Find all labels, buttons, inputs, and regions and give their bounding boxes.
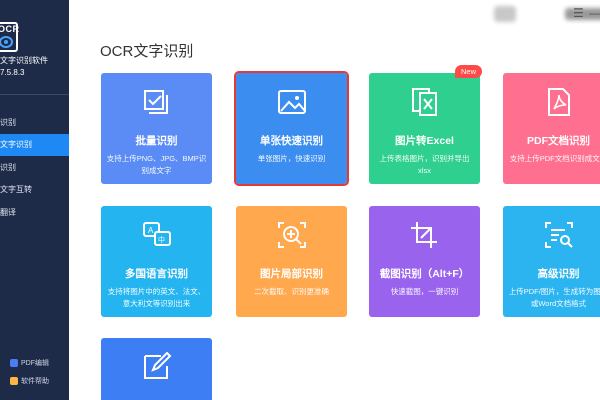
card-advanced-recognition[interactable]: 高级识别 上传PDF/图片，生成转为图片或Word文档格式 [503,206,600,317]
sidebar: OCR 文字识别软件 7.5.8.3 识别 文字识别 识别 文字互转 翻译 PD… [0,0,69,400]
card-title: 高级识别 [537,268,580,280]
card-desc: 单张图片，快速识别 [257,154,326,163]
card-title: 图片转Excel [395,135,454,147]
card-desc: 支持上传PNG、JPG、BMP识别成文字 [106,154,207,175]
sidebar-item-translate[interactable]: 翻译 [0,202,69,224]
logo-text: OCR [0,24,20,34]
card-desc: 二次截取、识别更准确 [254,287,329,296]
card-title: 单张快速识别 [260,135,323,147]
card-desc: 上传表格图片，识别并导出xlsx [379,154,470,175]
card-desc: 支持上传PDF文档识别成文字 [509,154,600,163]
card-title: 图片局部识别 [260,268,323,280]
top-bar: ☰ — [69,0,600,30]
main-content: OCR文字识别 批量识别 支持上传PNG、JPG、BMP识别成文字 单张快速识别… [69,30,600,400]
card-title: 多国语言识别 [125,268,188,280]
svg-text:A: A [148,226,154,235]
sidebar-divider [0,94,69,95]
user-avatar[interactable] [494,6,516,22]
app-name: 文字识别软件 [0,56,48,65]
card-desc: 快速截图，一键识别 [390,287,459,296]
pdf-icon [548,88,570,116]
app-version: 7.5.8.3 [0,68,25,77]
card-batch-recognition[interactable]: 批量识别 支持上传PNG、JPG、BMP识别成文字 [101,73,212,184]
card-title: 截图识别（Alt+F） [379,268,470,280]
sidebar-item-recognize[interactable]: 识别 [0,112,69,134]
zoom-in-icon [278,222,306,248]
pdf-edit-label: PDF编辑 [21,360,49,367]
crop-icon [411,222,437,248]
svg-text:中: 中 [158,235,165,244]
software-help-label: 软件帮助 [21,378,49,385]
card-pdf-recognition[interactable]: PDF文档识别 支持上传PDF文档识别成文字 [503,73,600,184]
card-edit[interactable] [101,338,212,400]
minimize-icon[interactable]: — [589,6,600,20]
sidebar-item-text-convert[interactable]: 文字互转 [0,179,69,201]
card-desc: 支持将图片中的英文、法文、意大利文等识别出来 [107,287,206,308]
card-multilingual-recognition[interactable]: A 中 多国语言识别 支持将图片中的英文、法文、意大利文等识别出来 [101,206,212,317]
pdf-edit-icon [10,359,18,367]
excel-icon [412,88,437,116]
sidebar-item-recognize-2[interactable]: 识别 [0,157,69,179]
pdf-edit-link[interactable]: PDF编辑 [10,358,49,368]
help-icon [10,377,18,385]
card-title: PDF文档识别 [527,135,590,147]
card-title: 批量识别 [135,135,178,147]
app-window: OCR 文字识别软件 7.5.8.3 识别 文字识别 识别 文字互转 翻译 PD… [0,0,600,400]
card-single-quick-recognition[interactable]: 单张快速识别 单张图片，快速识别 [234,71,349,186]
card-screenshot-recognition[interactable]: 截图识别（Alt+F） 快速截图，一键识别 [369,206,480,317]
card-image-to-excel[interactable]: New 图片转Excel 上传表格图片，识别并导出xlsx [369,65,482,184]
edit-icon [144,352,172,379]
scan-search-icon [545,222,573,248]
batch-image-icon [144,90,168,114]
image-icon [278,90,306,114]
menu-icon[interactable]: ☰ [573,6,584,20]
card-desc: 上传PDF/图片，生成转为图片或Word文档格式 [508,287,600,308]
new-badge: New [454,65,482,78]
card-partial-recognition[interactable]: 图片局部识别 二次截取、识别更准确 [236,206,347,317]
sidebar-item-text-recognition[interactable]: 文字识别 [0,134,69,156]
software-help-link[interactable]: 软件帮助 [10,376,49,386]
translate-icon: A 中 [143,222,171,246]
page-title: OCR文字识别 [100,43,194,60]
